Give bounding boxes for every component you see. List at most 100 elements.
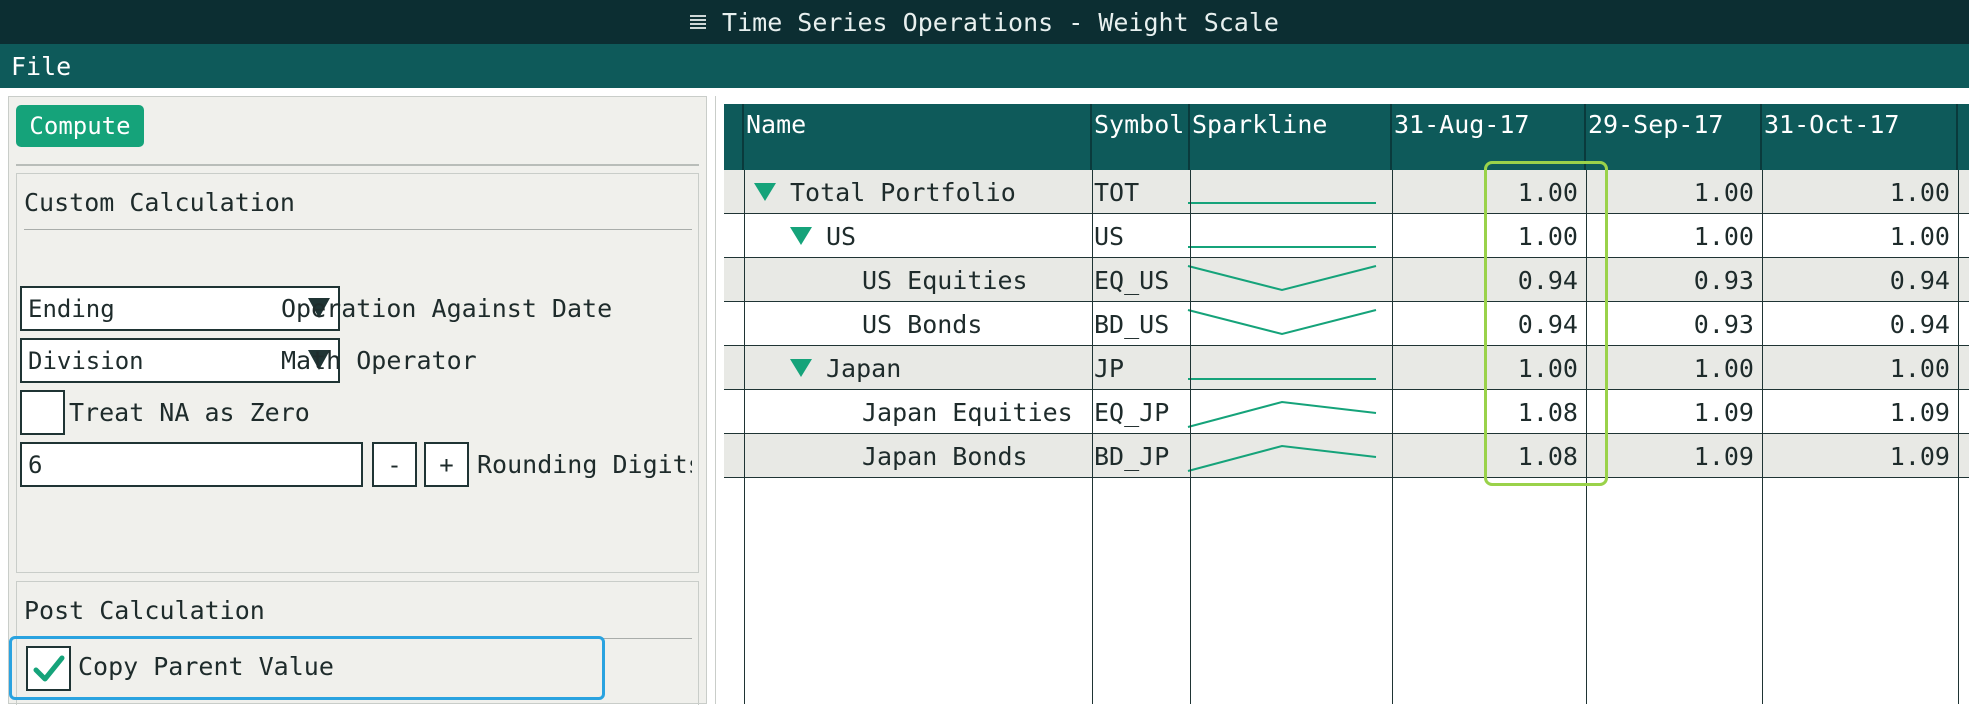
column-divider [1958,170,1959,704]
row-name: Japan Bonds [862,441,1028,471]
cell-value[interactable]: 1.00 [1392,346,1586,390]
column-divider [1392,170,1393,704]
cell-value[interactable]: 1.00 [1586,170,1762,214]
cell-symbol: EQ_US [1094,265,1170,295]
post-calculation-title: Post Calculation [24,596,265,625]
checkmark-icon [33,655,64,681]
cell-value[interactable]: 1.08 [1392,434,1586,478]
copy-parent-label: Copy Parent Value [78,652,334,681]
table-row[interactable]: Japan Equities EQ_JP 1.08 1.09 1.09 [724,390,1969,434]
cell-value[interactable]: 0.93 [1586,302,1762,346]
column-divider [1762,170,1763,704]
column-header-sparkline[interactable]: Sparkline [1190,104,1392,170]
cell-value[interactable]: 1.09 [1762,390,1958,434]
data-grid: Name Symbol Sparkline 31-Aug-17 29-Sep-1… [724,104,1969,704]
table-row[interactable]: Total Portfolio TOT 1.00 1.00 1.00 [724,170,1969,214]
copy-parent-value-row[interactable]: Copy Parent Value [9,636,605,700]
cell-value[interactable]: 1.00 [1762,346,1958,390]
sparkline-line [1187,400,1377,428]
column-header-name[interactable]: Name [744,104,1092,170]
table-row[interactable]: Japan Bonds BD_JP 1.08 1.09 1.09 [724,434,1969,478]
divider [16,164,699,166]
cell-symbol: TOT [1094,177,1140,207]
table-row[interactable]: US Bonds BD_US 0.94 0.93 0.94 [724,302,1969,346]
column-header-date-1[interactable]: 31-Aug-17 [1392,104,1586,170]
row-name: US Equities [862,265,1028,295]
cell-value[interactable]: 0.94 [1392,258,1586,302]
sparkline-line [1187,309,1377,336]
cell-value[interactable]: 0.94 [1762,258,1958,302]
expand-triangle-icon[interactable] [754,183,776,201]
expand-triangle-icon[interactable] [790,227,812,245]
cell-value[interactable]: 0.94 [1762,302,1958,346]
cell-value[interactable]: 0.93 [1586,258,1762,302]
sparkline-chart [1188,246,1376,248]
cell-name: Total Portfolio [754,170,1092,214]
cell-value[interactable]: 1.09 [1586,434,1762,478]
menu-file[interactable]: File [11,52,71,81]
cell-value[interactable]: 1.00 [1586,214,1762,258]
increment-button[interactable]: + [424,442,469,487]
cell-name: US Equities [826,258,1092,302]
grid-header: Name Symbol Sparkline 31-Aug-17 29-Sep-1… [724,104,1969,170]
sparkline-chart [1187,400,1377,428]
cell-value[interactable]: 1.09 [1586,390,1762,434]
cell-value[interactable]: 1.00 [1762,214,1958,258]
column-divider [744,170,745,704]
row-name: US [826,221,857,251]
operation-label: Operation Against Date [281,294,613,323]
cell-symbol: EQ_JP [1094,397,1170,427]
custom-calculation-title: Custom Calculation [24,188,295,217]
cell-value[interactable]: 1.00 [1762,170,1958,214]
sparkline-line [1187,444,1377,472]
row-name: US Bonds [862,309,983,339]
math-operator-label: Math Operator [281,346,477,375]
expand-triangle-icon[interactable] [790,359,812,377]
copy-parent-checkbox[interactable] [26,646,71,691]
table-row[interactable]: US Equities EQ_US 0.94 0.93 0.94 [724,258,1969,302]
cell-name: Japan Bonds [826,434,1092,478]
cell-value[interactable]: 1.09 [1762,434,1958,478]
column-header-date-2[interactable]: 29-Sep-17 [1586,104,1762,170]
title-bar: Time Series Operations - Weight Scale [0,0,1969,44]
decrement-button[interactable]: - [372,442,417,487]
custom-calculation-group: Custom Calculation Ending Operation Agai… [16,173,699,573]
cell-value[interactable]: 1.00 [1586,346,1762,390]
sparkline-chart [1188,378,1376,380]
sparkline-chart [1188,202,1376,204]
cell-symbol: US [1094,221,1125,251]
math-operator-select-value: Division [28,346,144,375]
sparkline-chart [1187,444,1377,472]
rounding-digits-value: 6 [28,450,43,479]
row-name: Japan Equities [862,397,1073,427]
column-header-symbol[interactable]: Symbol [1092,104,1190,170]
sparkline-line [1187,265,1377,292]
sparkline-chart [1187,309,1377,336]
table-row[interactable]: Japan JP 1.00 1.00 1.00 [724,346,1969,390]
rounding-digits-input[interactable]: 6 [20,442,363,487]
compute-button[interactable]: Compute [16,105,144,147]
operation-select-value: Ending [28,294,115,323]
settings-panel: Compute Custom Calculation Ending Operat… [8,96,707,705]
row-selector-header [724,104,744,170]
column-header-date-3[interactable]: 31-Oct-17 [1762,104,1958,170]
column-divider [1190,170,1191,704]
sparkline-chart [1187,265,1377,292]
column-divider [1586,170,1587,704]
treat-na-checkbox[interactable] [20,390,65,435]
treat-na-label: Treat NA as Zero [69,398,310,427]
cell-value[interactable]: 0.94 [1392,302,1586,346]
cell-symbol: BD_JP [1094,441,1170,471]
row-name: Japan [826,353,902,383]
window-title: Time Series Operations - Weight Scale [722,7,1279,37]
cell-name: US Bonds [826,302,1092,346]
table-row[interactable]: US US 1.00 1.00 1.00 [724,214,1969,258]
menu-bar: File [0,44,1969,88]
column-divider [1092,170,1093,704]
cell-symbol: JP [1094,353,1125,383]
cell-value[interactable]: 1.00 [1392,170,1586,214]
window-menu-icon[interactable] [690,15,707,29]
cell-name: Japan [790,346,1092,390]
cell-value[interactable]: 1.08 [1392,390,1586,434]
cell-value[interactable]: 1.00 [1392,214,1586,258]
